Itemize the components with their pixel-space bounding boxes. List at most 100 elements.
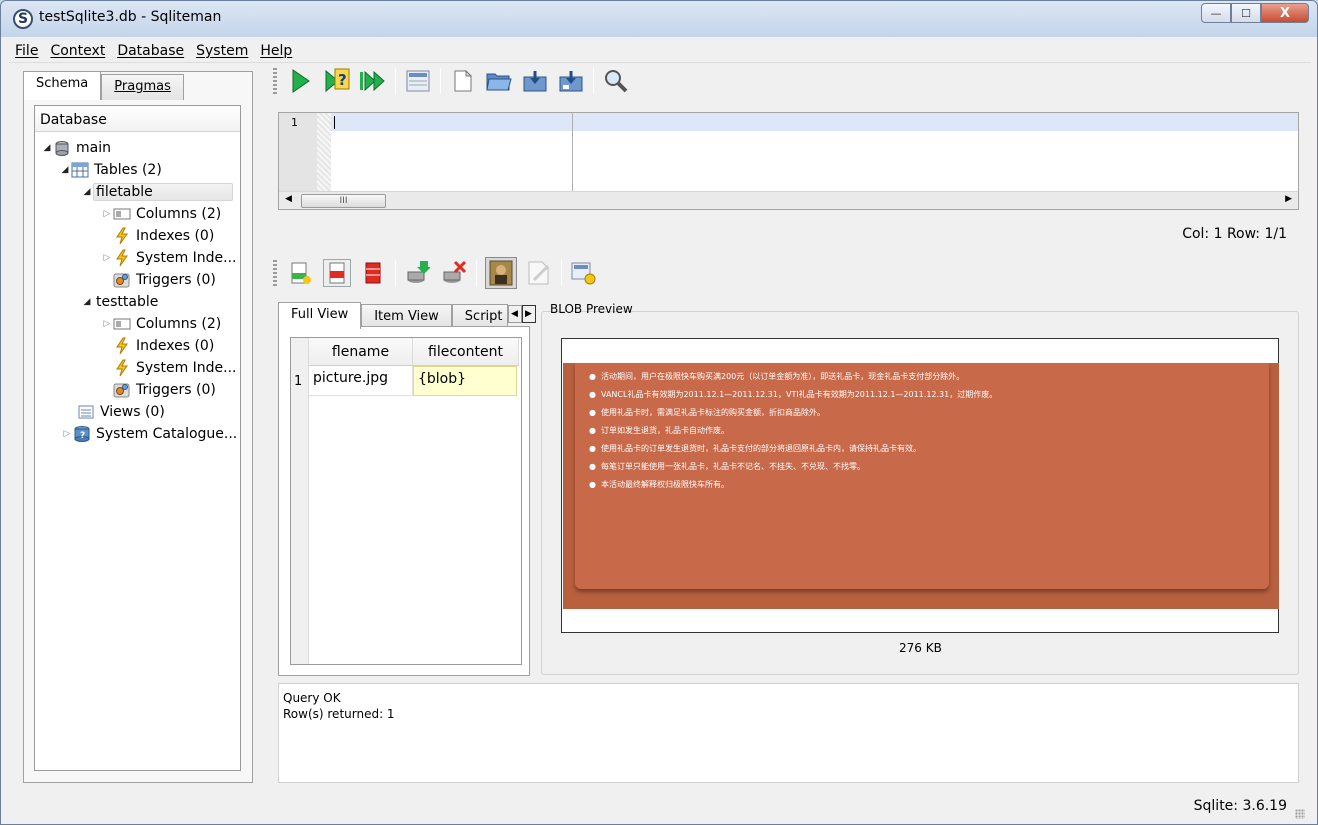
row-number[interactable]: 1	[291, 366, 309, 396]
blob-preview-icon[interactable]	[485, 257, 517, 289]
collapse-arrow-icon[interactable]: ▷	[101, 253, 113, 263]
tab-scroll-right-icon[interactable]: ▶	[521, 305, 536, 323]
columns-icon	[113, 316, 131, 332]
tree-item-system-catalogue[interactable]: ▷ ? System Catalogue...	[61, 423, 237, 445]
svg-text:?: ?	[80, 431, 85, 441]
tree-item-label: Indexes (0)	[136, 228, 215, 244]
text-edit-icon[interactable]	[525, 259, 553, 287]
minimize-button[interactable]: —	[1201, 3, 1231, 23]
tree-item-label: filetable	[93, 183, 233, 201]
tab-pragmas[interactable]: Pragmas	[101, 74, 184, 100]
sqliteman-logo-icon: S	[13, 9, 33, 29]
tree-item-views[interactable]: Views (0)	[65, 401, 165, 423]
scroll-thumb[interactable]: III	[301, 194, 386, 208]
tab-full-view[interactable]: Full View	[278, 302, 362, 329]
lightning-icon	[113, 359, 131, 377]
column-header-filecontent[interactable]: filecontent	[413, 338, 519, 366]
table-script-icon[interactable]	[570, 259, 598, 287]
maximize-button[interactable]: ☐	[1231, 3, 1261, 23]
column-header-filename[interactable]: flename	[309, 338, 413, 366]
resize-grip-icon[interactable]	[1295, 809, 1305, 819]
tab-item-view[interactable]: Item View	[361, 304, 452, 328]
script-table-button[interactable]	[404, 67, 432, 95]
current-line-highlight	[331, 113, 1298, 131]
blob-preview-title: BLOB Preview	[550, 302, 633, 316]
catalogue-icon: ?	[73, 426, 91, 442]
gears-icon	[113, 382, 131, 398]
query-output[interactable]: Query OK Row(s) returned: 1	[278, 683, 1299, 783]
line-number: 1	[279, 113, 317, 191]
scroll-left-icon[interactable]: ◀	[285, 194, 292, 204]
sqlite-version: Sqlite: 3.6.19	[1193, 798, 1287, 814]
lightning-icon	[113, 227, 131, 245]
menu-file[interactable]: File	[9, 43, 44, 59]
run-sql-button[interactable]	[287, 67, 315, 95]
columns-icon	[113, 206, 131, 222]
scroll-right-icon[interactable]: ▶	[1285, 194, 1292, 204]
lightning-icon	[113, 337, 131, 355]
tree-item-main[interactable]: ◢ main	[41, 137, 111, 159]
cursor-position: Col: 1 Row: 1/1	[1182, 226, 1287, 242]
save-file-icon[interactable]	[521, 67, 549, 95]
cell-filecontent[interactable]: {blob}	[413, 366, 517, 396]
new-file-icon[interactable]	[449, 67, 477, 95]
tree-item-label: main	[76, 140, 111, 156]
duplicate-row-icon[interactable]	[323, 259, 351, 287]
search-icon[interactable]	[602, 67, 630, 95]
tab-scroll-left-icon[interactable]: ◀	[507, 305, 522, 323]
tab-schema[interactable]: Schema	[23, 71, 102, 100]
cell-filename[interactable]: picture.jpg	[309, 366, 413, 396]
menu-context[interactable]: Context	[44, 43, 111, 59]
expand-arrow-icon[interactable]: ◢	[59, 165, 71, 175]
views-icon	[77, 404, 95, 420]
open-folder-icon[interactable]	[485, 67, 513, 95]
tab-script[interactable]: Script	[451, 304, 508, 328]
menu-help[interactable]: Help	[254, 43, 298, 59]
tree-item-indexes[interactable]: Indexes (0)	[101, 225, 214, 247]
commit-icon[interactable]	[404, 259, 432, 287]
expand-arrow-icon[interactable]: ◢	[81, 187, 93, 197]
collapse-arrow-icon[interactable]: ▷	[101, 319, 113, 329]
tree-item-columns[interactable]: ▷ Columns (2)	[101, 313, 222, 335]
menu-system[interactable]: System	[190, 43, 254, 59]
tree-item-label: Columns (2)	[136, 316, 222, 332]
tree-item-filetable[interactable]: ◢ filetable	[81, 181, 233, 203]
tree-item-label: testtable	[96, 294, 159, 310]
run-script-button[interactable]	[359, 67, 387, 95]
expand-arrow-icon[interactable]: ◢	[81, 297, 93, 307]
tree-item-label: Triggers (0)	[136, 382, 216, 398]
tree-item-label: Tables (2)	[94, 162, 162, 178]
tree-item-columns[interactable]: ▷ Columns (2)	[101, 203, 222, 225]
collapse-arrow-icon[interactable]: ▷	[61, 429, 73, 439]
insert-row-icon[interactable]	[287, 259, 315, 287]
tree-item-indexes[interactable]: Indexes (0)	[101, 335, 214, 357]
menu-database[interactable]: Database	[111, 43, 190, 59]
horizontal-scrollbar[interactable]: ◀ III ▶	[279, 191, 1298, 209]
window-title: testSqlite3.db - Sqliteman	[39, 9, 222, 25]
save-as-file-icon[interactable]	[557, 67, 585, 95]
table-icon	[71, 162, 89, 178]
edge-marker	[572, 113, 573, 191]
expand-arrow-icon[interactable]: ◢	[41, 143, 53, 153]
data-grid[interactable]: flename filecontent 1 picture.jpg {blob}	[290, 337, 522, 665]
title-bar: S testSqlite3.db - Sqliteman — ☐ X	[1, 1, 1317, 37]
tree-item-triggers[interactable]: Triggers (0)	[101, 269, 216, 291]
explain-sql-button[interactable]: ?	[323, 67, 351, 95]
rollback-icon[interactable]	[440, 259, 468, 287]
blob-size-label: 276 KB	[899, 641, 942, 655]
left-tab-bar: Schema Pragmas	[23, 71, 184, 100]
tree-item-tables[interactable]: ◢ Tables (2)	[59, 159, 162, 181]
menu-bar: File Context Database System Help	[9, 39, 1311, 63]
close-button[interactable]: X	[1261, 3, 1309, 23]
fold-margin	[317, 113, 331, 191]
sql-editor[interactable]: 1 ◀ III ▶	[278, 112, 1299, 210]
tree-item-system-indexes[interactable]: System Inde...	[101, 357, 237, 379]
tree-item-testtable[interactable]: ◢ testtable	[81, 291, 159, 313]
tree-item-system-indexes[interactable]: ▷ System Inde...	[101, 247, 237, 269]
output-rows: Row(s) returned: 1	[283, 707, 395, 721]
collapse-arrow-icon[interactable]: ▷	[101, 209, 113, 219]
delete-row-icon[interactable]	[359, 259, 387, 287]
tree-item-label: Views (0)	[100, 404, 165, 420]
tree-item-triggers[interactable]: Triggers (0)	[101, 379, 216, 401]
output-status: Query OK	[283, 691, 341, 705]
